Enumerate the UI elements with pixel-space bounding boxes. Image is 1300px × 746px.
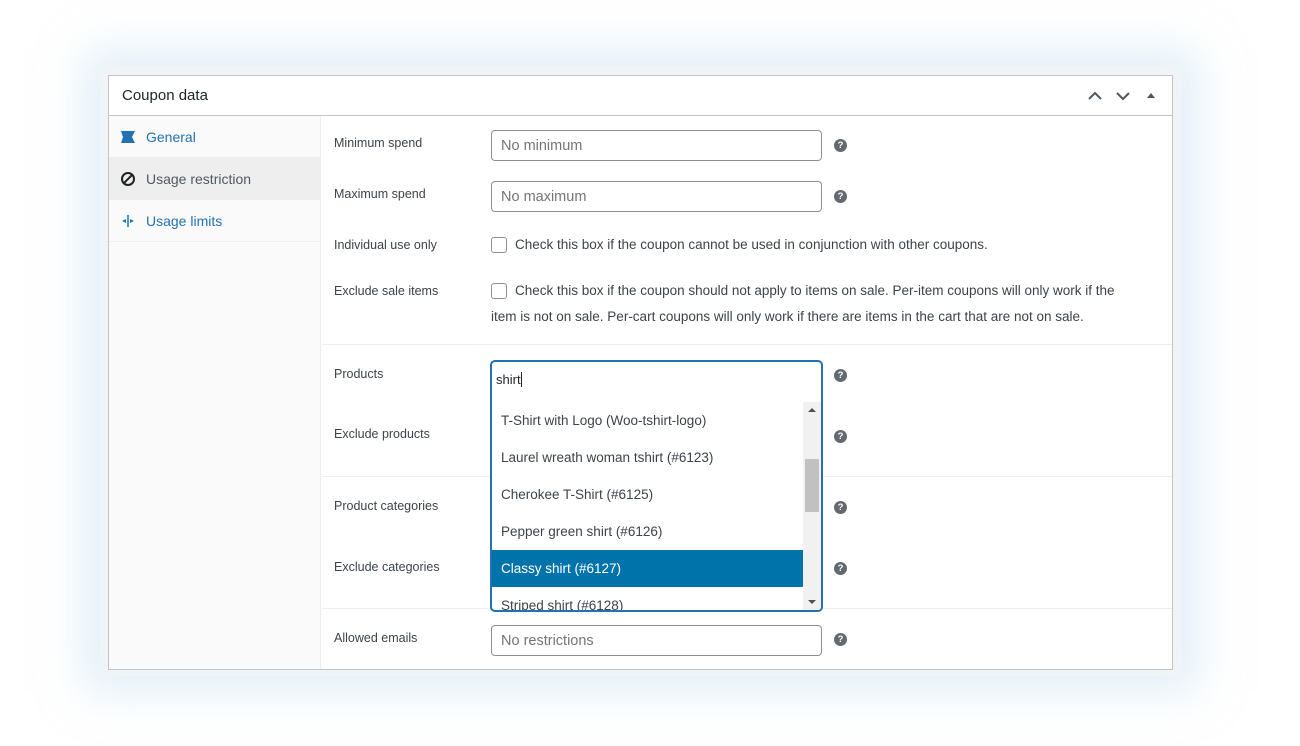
maximum-spend-input[interactable] (491, 181, 822, 212)
move-down-icon[interactable] (1110, 84, 1136, 108)
coupon-data-panel: Coupon data General Usage restriction Us… (108, 75, 1173, 670)
section-divider (322, 344, 1172, 345)
exclude-sale-label: Exclude sale items (334, 284, 439, 298)
product-search-input[interactable]: shirt (496, 372, 522, 387)
help-icon[interactable]: ? (834, 139, 847, 152)
help-icon[interactable]: ? (834, 562, 847, 575)
tab-usage-restriction-label: Usage restriction (146, 170, 252, 187)
scrollbar-thumb[interactable] (805, 459, 819, 512)
maximum-spend-label: Maximum spend (334, 187, 426, 201)
restriction-icon (119, 170, 137, 188)
product-categories-label: Product categories (334, 499, 439, 513)
usage-restriction-content: Minimum spend ? Maximum spend ? Individu… (322, 116, 1172, 669)
toggle-panel-icon[interactable] (1138, 84, 1164, 108)
panel-title: Coupon data (122, 87, 208, 104)
minimum-spend-input[interactable] (491, 130, 822, 161)
individual-use-description: Check this box if the coupon cannot be u… (515, 237, 988, 252)
list-item[interactable]: Laurel wreath woman tshirt (#6123) (492, 439, 804, 476)
scroll-down-icon[interactable] (803, 594, 821, 610)
panel-header: Coupon data (109, 76, 1172, 116)
tab-general[interactable]: General (109, 116, 320, 158)
exclude-products-label: Exclude products (334, 427, 430, 441)
help-icon[interactable]: ? (834, 190, 847, 203)
scroll-up-icon[interactable] (803, 402, 821, 418)
individual-use-label: Individual use only (334, 238, 437, 252)
allowed-emails-input[interactable] (491, 625, 822, 656)
help-icon[interactable]: ? (834, 430, 847, 443)
list-item[interactable]: Striped shirt (#6128) (492, 587, 804, 610)
minimum-spend-label: Minimum spend (334, 136, 423, 150)
allowed-emails-label: Allowed emails (334, 631, 418, 645)
limits-icon (119, 212, 137, 230)
header-tools (1082, 84, 1164, 108)
exclude-categories-label: Exclude categories (334, 560, 440, 574)
tab-general-label: General (146, 128, 196, 145)
help-icon[interactable]: ? (834, 501, 847, 514)
exclude-sale-description-line1: Check this box if the coupon should not … (515, 283, 1115, 298)
individual-use-checkbox[interactable] (491, 237, 507, 253)
exclude-sale-checkbox[interactable] (491, 283, 507, 299)
tab-usage-limits-label: Usage limits (146, 212, 223, 229)
products-label: Products (334, 367, 384, 381)
tab-usage-limits[interactable]: Usage limits (109, 200, 320, 242)
coupon-tabs: General Usage restriction Usage limits (109, 116, 321, 669)
dropdown-scrollbar[interactable] (803, 402, 821, 610)
exclude-sale-description-line2: item is not on sale. Per-cart coupons wi… (491, 309, 1084, 324)
help-icon[interactable]: ? (834, 633, 847, 646)
list-item[interactable]: Cherokee T-Shirt (#6125) (492, 476, 804, 513)
move-up-icon[interactable] (1082, 84, 1108, 108)
tab-usage-restriction[interactable]: Usage restriction (109, 158, 320, 200)
ticket-icon (119, 128, 137, 146)
list-item-highlighted[interactable]: Classy shirt (#6127) (492, 550, 804, 587)
product-search-dropdown[interactable]: shirt T-Shirt with Logo (Woo-tshirt-logo… (491, 361, 822, 611)
help-icon[interactable]: ? (834, 369, 847, 382)
list-item[interactable]: T-Shirt with Logo (Woo-tshirt-logo) (492, 402, 804, 439)
list-item[interactable]: Pepper green shirt (#6126) (492, 513, 804, 550)
product-results-list: T-Shirt with Logo (Woo-tshirt-logo) Laur… (492, 402, 804, 610)
